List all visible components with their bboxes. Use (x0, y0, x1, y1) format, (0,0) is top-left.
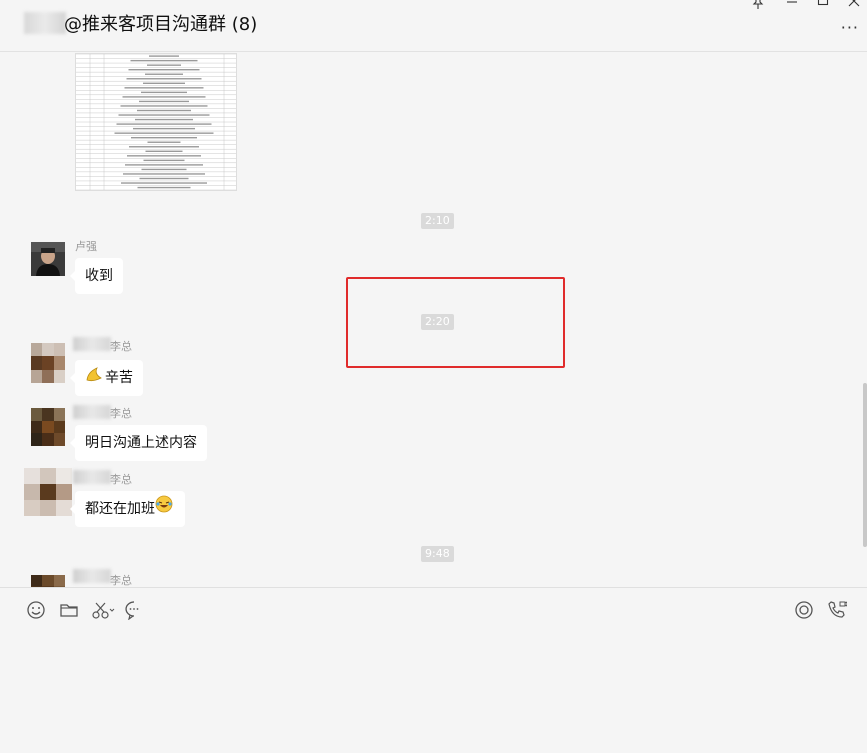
shared-document-image[interactable] (75, 53, 237, 191)
sender-name: 卢强 (75, 240, 97, 253)
chat-title[interactable]: @推来客项目沟通群 (8) (64, 10, 257, 36)
folder-icon[interactable] (59, 600, 79, 620)
laughing-tears-emoji-icon (155, 491, 175, 527)
maximize-icon[interactable] (817, 0, 829, 14)
sender-name: 李总 (110, 574, 132, 587)
message-bubble[interactable]: 都还在加班 (70, 491, 185, 527)
emoji-icon[interactable] (26, 600, 46, 620)
avatar[interactable] (31, 408, 65, 446)
redacted-title-prefix (24, 12, 66, 34)
redacted-name (73, 337, 111, 351)
chat-history-icon[interactable] (124, 600, 144, 620)
sender-name: 李总 (110, 340, 132, 353)
chat-header: @推来客项目沟通群 (8) ··· (0, 0, 867, 52)
minimize-icon[interactable] (786, 0, 798, 14)
scrollbar[interactable] (863, 383, 867, 547)
redacted-name (73, 569, 111, 583)
scissors-icon[interactable] (91, 600, 117, 620)
message-text: 都还在加班 (85, 501, 155, 517)
message-input-area[interactable] (0, 587, 867, 753)
avatar[interactable] (31, 343, 65, 383)
more-options-icon[interactable]: ··· (841, 18, 859, 37)
call-icon[interactable] (827, 600, 847, 620)
avatar[interactable] (31, 242, 65, 276)
highlight-annotation-box (346, 277, 565, 368)
message-text: 辛苦 (105, 370, 133, 386)
avatar[interactable] (24, 468, 72, 516)
avatar[interactable] (31, 575, 65, 587)
close-icon[interactable] (848, 0, 860, 14)
time-divider: 2:10 (421, 213, 454, 229)
pin-icon[interactable] (752, 0, 764, 14)
redacted-name (73, 470, 111, 484)
message-bubble[interactable]: 辛苦 (70, 360, 143, 396)
sender-name: 李总 (110, 407, 132, 420)
time-divider: 9:48 (421, 546, 454, 562)
message-bubble[interactable]: 收到 (70, 258, 123, 294)
live-icon[interactable] (794, 600, 814, 620)
sender-name: 李总 (110, 473, 132, 486)
message-bubble[interactable]: 明日沟通上述内容 (70, 425, 207, 461)
redacted-name (73, 405, 111, 419)
banana-emoji-icon (85, 360, 105, 396)
